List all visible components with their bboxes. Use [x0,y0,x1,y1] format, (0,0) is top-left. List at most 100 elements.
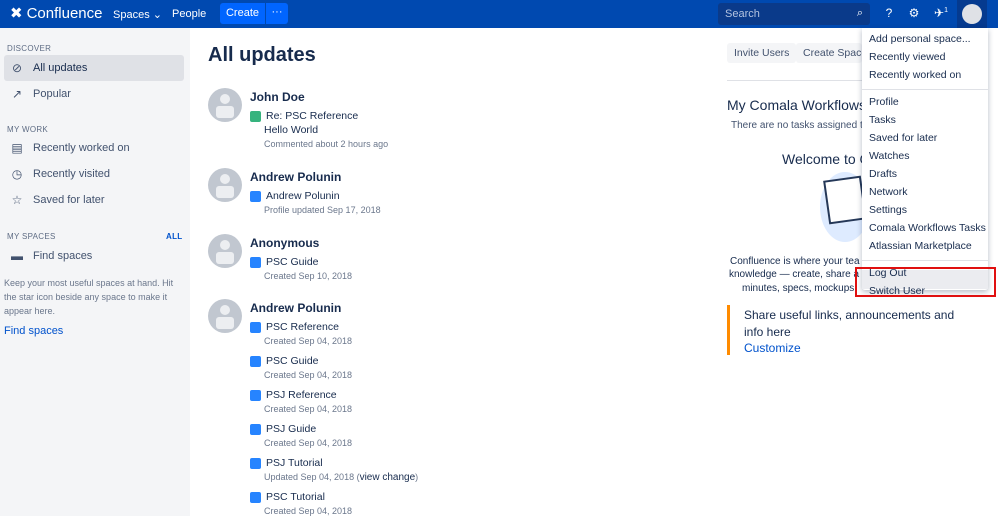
page-icon [250,355,261,367]
user-name[interactable]: Andrew Polunin [250,301,341,315]
confluence-logo[interactable]: ✖ Confluence [10,4,102,23]
user-name[interactable]: Anonymous [250,236,319,250]
menu-item-saved-for-later[interactable]: Saved for later [869,132,937,144]
announcement-bar [727,305,730,355]
welcome-heading: Welcome to C [782,151,870,167]
page-icon [250,389,261,401]
feed-item-title[interactable]: PSJ Reference [266,389,337,401]
feed-item[interactable]: Re: PSC Reference [250,110,358,122]
feed-item[interactable]: PSC Guide [250,256,319,268]
user-avatar[interactable] [208,299,242,333]
menu-item-network[interactable]: Network [869,186,908,198]
sidebar-item-label: All updates [33,62,88,74]
feed-item-title[interactable]: PSC Tutorial [266,491,325,503]
feed-item[interactable]: PSJ Guide [250,423,316,435]
page-icon [250,491,261,503]
user-avatar[interactable] [208,168,242,202]
sidebar-item-saved-for-later[interactable]: ☆ Saved for later [4,187,184,213]
meta-text-end: ) [415,472,419,482]
feed-item-meta: Created Sep 04, 2018 [250,438,352,448]
feed-item-title[interactable]: Andrew Polunin [266,190,340,202]
feed-item[interactable]: PSJ Reference [250,389,337,401]
menu-separator [862,89,988,90]
notifications-icon[interactable]: ✈1 [933,6,949,20]
section-my-spaces: MY SPACES [7,232,56,241]
user-name[interactable]: John Doe [250,90,305,104]
sidebar-item-recently-worked-on[interactable]: ▤ Recently worked on [4,135,184,161]
page-icon [250,423,261,435]
invite-users-button[interactable]: Invite Users [727,43,797,63]
feed-item[interactable]: Andrew Polunin [250,190,340,202]
menu-item-tasks[interactable]: Tasks [869,114,896,126]
feed-item-meta: Profile updated Sep 17, 2018 [250,205,381,215]
menu-item-drafts[interactable]: Drafts [869,168,897,180]
menu-item-settings[interactable]: Settings [869,204,907,216]
feed-item-meta: Created Sep 04, 2018 [250,336,352,346]
clock-icon: ◷ [11,167,23,181]
confluence-icon: ✖ [10,5,23,22]
sidebar-item-label: Recently worked on [33,142,130,154]
feed-item-title[interactable]: Re: PSC Reference [266,110,358,122]
feed-item[interactable]: PSC Guide [250,355,319,367]
desc-line-2: knowledge — create, share a [729,269,860,280]
feed-item-title[interactable]: PSC Reference [266,321,339,333]
feed-item-meta: Created Sep 10, 2018 [250,271,352,281]
meta-text: Created Sep 04, 2018 [264,336,353,346]
meta-text: Created Sep 04, 2018 [264,438,353,448]
spaces-tip: Keep your most useful spaces at hand. Hi… [4,278,174,316]
menu-item-recently-viewed[interactable]: Recently viewed [869,51,945,63]
people-link[interactable]: People [172,8,206,20]
menu-item-recently-worked-on[interactable]: Recently worked on [869,69,961,81]
menu-item-add-personal-space[interactable]: Add personal space... [869,33,971,45]
help-icon[interactable]: ? [881,6,897,20]
menu-item-watches[interactable]: Watches [869,150,909,162]
feed-item-title[interactable]: PSJ Guide [266,423,316,435]
profile-icon [250,190,261,202]
page-title: All updates [208,44,316,66]
spaces-menu[interactable]: Spaces ⌄ [113,8,162,21]
feed-item-title[interactable]: PSJ Tutorial [266,457,323,469]
sidebar-item-popular[interactable]: ↗ Popular [4,81,184,107]
menu-item-profile[interactable]: Profile [869,96,899,108]
user-name[interactable]: Andrew Polunin [250,170,341,184]
menu-item-switch-user[interactable]: Switch User [869,285,925,297]
search-icon: ⌕ [856,7,863,19]
feed-item[interactable]: PSC Tutorial [250,491,325,503]
desc-line-3: minutes, specs, mockups, [742,283,858,294]
create-button[interactable]: Create [220,3,265,24]
section-my-work: MY WORK [7,125,49,134]
star-icon: ☆ [11,193,23,207]
sidebar-item-label: Recently visited [33,168,111,180]
find-spaces-link[interactable]: Find spaces [4,325,63,337]
menu-item-log-out[interactable]: Log Out [869,267,906,279]
all-spaces-link[interactable]: ALL [166,232,182,241]
user-avatar[interactable] [208,234,242,268]
customize-link[interactable]: Customize [744,341,801,355]
sidebar-item-label: Saved for later [33,194,105,206]
feed-item-meta: Updated Sep 04, 2018 (view change) [250,472,418,483]
sidebar-item-find-spaces[interactable]: ▬ Find spaces [4,243,184,269]
gear-icon[interactable]: ⚙ [906,6,922,20]
notification-count: 1 [944,7,948,14]
feed-item[interactable]: PSC Reference [250,321,339,333]
sidebar-item-all-updates[interactable]: ⊘ All updates [4,55,184,81]
feed-item[interactable]: PSJ Tutorial [250,457,323,469]
section-discover: DISCOVER [7,44,52,53]
menu-item-comala-workflows-tasks[interactable]: Comala Workflows Tasks [869,222,986,234]
feed-item-title[interactable]: PSC Guide [266,355,319,367]
top-nav: ✖ Confluence Spaces ⌄ People Create ··· S… [0,0,998,28]
avatar[interactable] [962,4,982,24]
create-more-button[interactable]: ··· [266,3,288,24]
document-icon: ▤ [11,141,23,155]
feed-item-meta: Commented about 2 hours ago [250,139,388,149]
user-avatar[interactable] [208,88,242,122]
search-input[interactable]: Search ⌕ [718,3,870,25]
menu-item-atlassian-marketplace[interactable]: Atlassian Marketplace [869,240,972,252]
view-change-link[interactable]: view change [360,472,416,483]
sidebar-item-recently-visited[interactable]: ◷ Recently visited [4,161,184,187]
create-space-button[interactable]: Create Space [796,43,862,63]
meta-text: Profile updated Sep 17, 2018 [264,205,381,215]
feed-item-title[interactable]: PSC Guide [266,256,319,268]
menu-separator [862,260,988,261]
desc-line-1: Confluence is where your tea [730,256,860,267]
